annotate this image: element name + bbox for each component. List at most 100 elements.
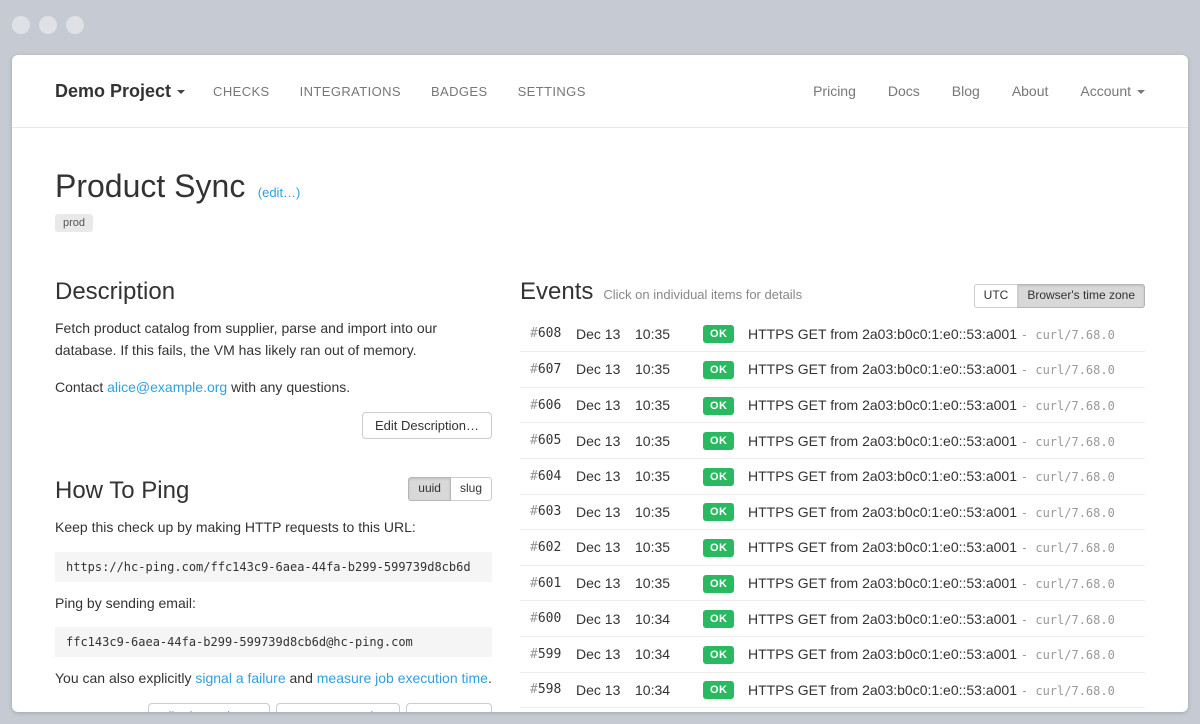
event-number: #608 xyxy=(530,326,576,341)
ping-url-label: Keep this check up by making HTTP reques… xyxy=(55,517,492,539)
event-detail: HTTPS GET from 2a03:b0c0:1:e0::53:a001 -… xyxy=(748,433,1145,449)
event-time: 10:35 xyxy=(635,326,703,342)
window-dot-icon xyxy=(12,16,30,34)
hash-prefix: # xyxy=(530,326,538,341)
event-user-agent: - curl/7.68.0 xyxy=(1021,684,1115,698)
event-detail-text: HTTPS GET from 2a03:b0c0:1:e0::53:a001 xyxy=(748,575,1017,591)
left-column: Description Fetch product catalog from s… xyxy=(55,278,492,712)
primary-nav: CHECKS INTEGRATIONS BADGES SETTINGS xyxy=(213,84,586,99)
event-detail-text: HTTPS GET from 2a03:b0c0:1:e0::53:a001 xyxy=(748,539,1017,555)
event-row[interactable]: #607 Dec 13 10:35 OK HTTPS GET from 2a03… xyxy=(520,352,1145,388)
secondary-nav: Pricing Docs Blog About Account xyxy=(813,83,1145,99)
event-number: #603 xyxy=(530,504,576,519)
event-number: #602 xyxy=(530,540,576,555)
project-name: Demo Project xyxy=(55,81,171,101)
hash-prefix: # xyxy=(530,398,538,413)
event-date: Dec 13 xyxy=(576,611,635,627)
contact-email-link[interactable]: alice@example.org xyxy=(107,379,227,395)
description-text: Fetch product catalog from supplier, par… xyxy=(55,318,492,361)
window-controls xyxy=(12,16,84,34)
uuid-toggle-button[interactable]: uuid xyxy=(408,477,451,501)
events-heading: Events xyxy=(520,278,593,306)
ping-action-button[interactable]: Copy URL xyxy=(406,703,492,712)
ping-email-code: ffc143c9-6aea-44fa-b299-599739d8cb6d@hc-… xyxy=(55,627,492,657)
event-detail: HTTPS GET from 2a03:b0c0:1:e0::53:a001 -… xyxy=(748,682,1145,698)
app-window: Demo Project CHECKS INTEGRATIONS BADGES SET… xyxy=(12,55,1188,712)
event-detail: HTTPS GET from 2a03:b0c0:1:e0::53:a001 -… xyxy=(748,468,1145,484)
signal-failure-link[interactable]: signal a failure xyxy=(195,670,285,686)
event-date: Dec 13 xyxy=(576,468,635,484)
account-menu[interactable]: Account xyxy=(1080,83,1145,99)
event-detail-text: HTTPS GET from 2a03:b0c0:1:e0::53:a001 xyxy=(748,397,1017,413)
event-row[interactable]: #599 Dec 13 10:34 OK HTTPS GET from 2a03… xyxy=(520,637,1145,673)
nav-tab[interactable]: BADGES xyxy=(431,84,488,99)
event-detail: HTTPS GET from 2a03:b0c0:1:e0::53:a001 -… xyxy=(748,575,1145,591)
event-row[interactable]: #605 Dec 13 10:35 OK HTTPS GET from 2a03… xyxy=(520,423,1145,459)
event-row[interactable]: #597 Dec 13 10:34 OK HTTPS GET from 2a03… xyxy=(520,708,1145,712)
hash-prefix: # xyxy=(530,469,538,484)
account-label: Account xyxy=(1080,83,1131,99)
ping-action-button[interactable]: Filtering Rules… xyxy=(148,703,270,712)
event-time: 10:34 xyxy=(635,682,703,698)
event-number-value: 599 xyxy=(538,647,561,662)
event-user-agent: - curl/7.68.0 xyxy=(1021,613,1115,627)
ping-url-code: https://hc-ping.com/ffc143c9-6aea-44fa-b… xyxy=(55,552,492,582)
check-tag: prod xyxy=(55,214,93,232)
status-badge: OK xyxy=(703,361,734,379)
event-number: #606 xyxy=(530,398,576,413)
event-status-cell: OK xyxy=(703,502,748,521)
ping-email-label: Ping by sending email: xyxy=(55,593,492,615)
nav-link[interactable]: Docs xyxy=(888,83,920,99)
event-row[interactable]: #598 Dec 13 10:34 OK HTTPS GET from 2a03… xyxy=(520,673,1145,709)
nav-link[interactable]: Pricing xyxy=(813,83,856,99)
edit-name-link[interactable]: (edit…) xyxy=(258,185,301,200)
event-row[interactable]: #600 Dec 13 10:34 OK HTTPS GET from 2a03… xyxy=(520,601,1145,637)
nav-tab[interactable]: SETTINGS xyxy=(518,84,586,99)
event-number-value: 601 xyxy=(538,576,561,591)
event-date: Dec 13 xyxy=(576,682,635,698)
event-row[interactable]: #603 Dec 13 10:35 OK HTTPS GET from 2a03… xyxy=(520,495,1145,531)
event-detail-text: HTTPS GET from 2a03:b0c0:1:e0::53:a001 xyxy=(748,326,1017,342)
navbar: Demo Project CHECKS INTEGRATIONS BADGES SET… xyxy=(12,55,1188,128)
event-status-cell: OK xyxy=(703,396,748,415)
event-detail-text: HTTPS GET from 2a03:b0c0:1:e0::53:a001 xyxy=(748,361,1017,377)
hash-prefix: # xyxy=(530,611,538,626)
event-user-agent: - curl/7.68.0 xyxy=(1021,648,1115,662)
hash-prefix: # xyxy=(530,433,538,448)
event-status-cell: OK xyxy=(703,360,748,379)
event-number: #607 xyxy=(530,362,576,377)
window-dot-icon xyxy=(66,16,84,34)
nav-link[interactable]: Blog xyxy=(952,83,980,99)
status-badge: OK xyxy=(703,503,734,521)
event-row[interactable]: #606 Dec 13 10:35 OK HTTPS GET from 2a03… xyxy=(520,388,1145,424)
event-status-cell: OK xyxy=(703,467,748,486)
event-number-value: 608 xyxy=(538,326,561,341)
event-time: 10:34 xyxy=(635,646,703,662)
hash-prefix: # xyxy=(530,540,538,555)
slug-toggle-button[interactable]: slug xyxy=(451,477,492,501)
status-badge: OK xyxy=(703,610,734,628)
nav-tab[interactable]: CHECKS xyxy=(213,84,270,99)
event-status-cell: OK xyxy=(703,645,748,664)
event-row[interactable]: #601 Dec 13 10:35 OK HTTPS GET from 2a03… xyxy=(520,566,1145,602)
event-detail: HTTPS GET from 2a03:b0c0:1:e0::53:a001 -… xyxy=(748,397,1145,413)
event-row[interactable]: #604 Dec 13 10:35 OK HTTPS GET from 2a03… xyxy=(520,459,1145,495)
event-date: Dec 13 xyxy=(576,646,635,662)
measure-execution-link[interactable]: measure job execution time xyxy=(317,670,488,686)
ping-action-button[interactable]: Usage Examples xyxy=(276,703,400,712)
status-badge: OK xyxy=(703,397,734,415)
event-number: #601 xyxy=(530,576,576,591)
edit-description-button[interactable]: Edit Description… xyxy=(362,412,492,439)
status-badge: OK xyxy=(703,432,734,450)
nav-link[interactable]: About xyxy=(1012,83,1049,99)
browser-timezone-toggle-button[interactable]: Browser's time zone xyxy=(1018,284,1145,308)
event-user-agent: - curl/7.68.0 xyxy=(1021,363,1115,377)
event-detail-text: HTTPS GET from 2a03:b0c0:1:e0::53:a001 xyxy=(748,646,1017,662)
nav-tab[interactable]: INTEGRATIONS xyxy=(300,84,401,99)
event-number: #598 xyxy=(530,682,576,697)
utc-toggle-button[interactable]: UTC xyxy=(974,284,1019,308)
event-row[interactable]: #608 Dec 13 10:35 OK HTTPS GET from 2a03… xyxy=(520,317,1145,353)
project-switcher[interactable]: Demo Project xyxy=(55,81,185,102)
event-row[interactable]: #602 Dec 13 10:35 OK HTTPS GET from 2a03… xyxy=(520,530,1145,566)
secondary-nav-links: Pricing Docs Blog About xyxy=(813,83,1048,99)
